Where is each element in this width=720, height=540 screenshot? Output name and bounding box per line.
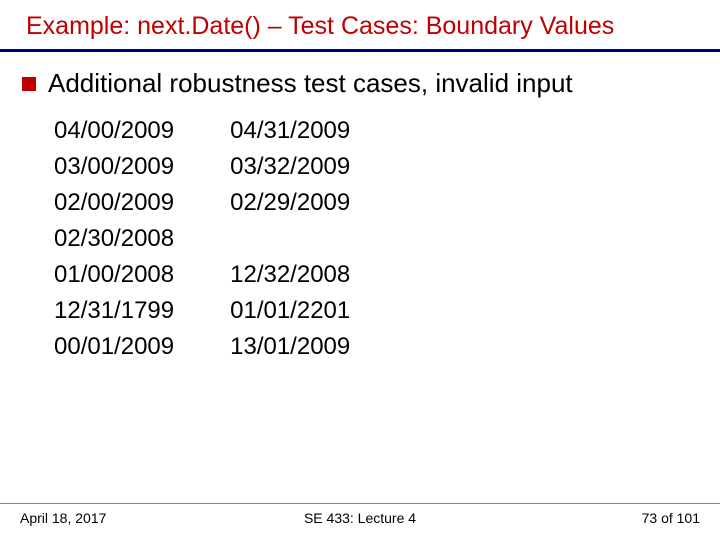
footer-date: April 18, 2017 bbox=[20, 510, 106, 526]
bullet-square-icon bbox=[22, 77, 36, 91]
date-cell: 13/01/2009 bbox=[230, 329, 350, 365]
date-cell: 04/00/2009 bbox=[54, 113, 174, 149]
dates-column-1: 04/00/2009 03/00/2009 02/00/2009 02/30/2… bbox=[54, 113, 174, 365]
date-cell: 03/32/2009 bbox=[230, 149, 350, 185]
footer-row: April 18, 2017 SE 433: Lecture 4 73 of 1… bbox=[0, 510, 720, 526]
footer-page: 73 of 101 bbox=[642, 510, 700, 526]
bullet-text: Additional robustness test cases, invali… bbox=[48, 68, 573, 99]
date-cell: 04/31/2009 bbox=[230, 113, 350, 149]
date-cell bbox=[230, 221, 350, 257]
bullet-item: Additional robustness test cases, invali… bbox=[0, 68, 720, 99]
dates-column-2: 04/31/2009 03/32/2009 02/29/2009 12/32/2… bbox=[230, 113, 350, 365]
date-cell: 02/00/2009 bbox=[54, 185, 174, 221]
date-cell: 03/00/2009 bbox=[54, 149, 174, 185]
date-cell: 02/29/2009 bbox=[230, 185, 350, 221]
dates-grid: 04/00/2009 03/00/2009 02/00/2009 02/30/2… bbox=[0, 113, 720, 365]
title-underline bbox=[0, 49, 720, 52]
date-cell: 00/01/2009 bbox=[54, 329, 174, 365]
footer-rule bbox=[0, 503, 720, 504]
date-cell: 12/31/1799 bbox=[54, 293, 174, 329]
slide-title: Example: next.Date() – Test Cases: Bound… bbox=[0, 0, 720, 49]
date-cell: 01/01/2201 bbox=[230, 293, 350, 329]
slide-footer: April 18, 2017 SE 433: Lecture 4 73 of 1… bbox=[0, 503, 720, 526]
slide: Example: next.Date() – Test Cases: Bound… bbox=[0, 0, 720, 540]
date-cell: 01/00/2008 bbox=[54, 257, 174, 293]
footer-center: SE 433: Lecture 4 bbox=[304, 510, 416, 526]
date-cell: 02/30/2008 bbox=[54, 221, 174, 257]
date-cell: 12/32/2008 bbox=[230, 257, 350, 293]
